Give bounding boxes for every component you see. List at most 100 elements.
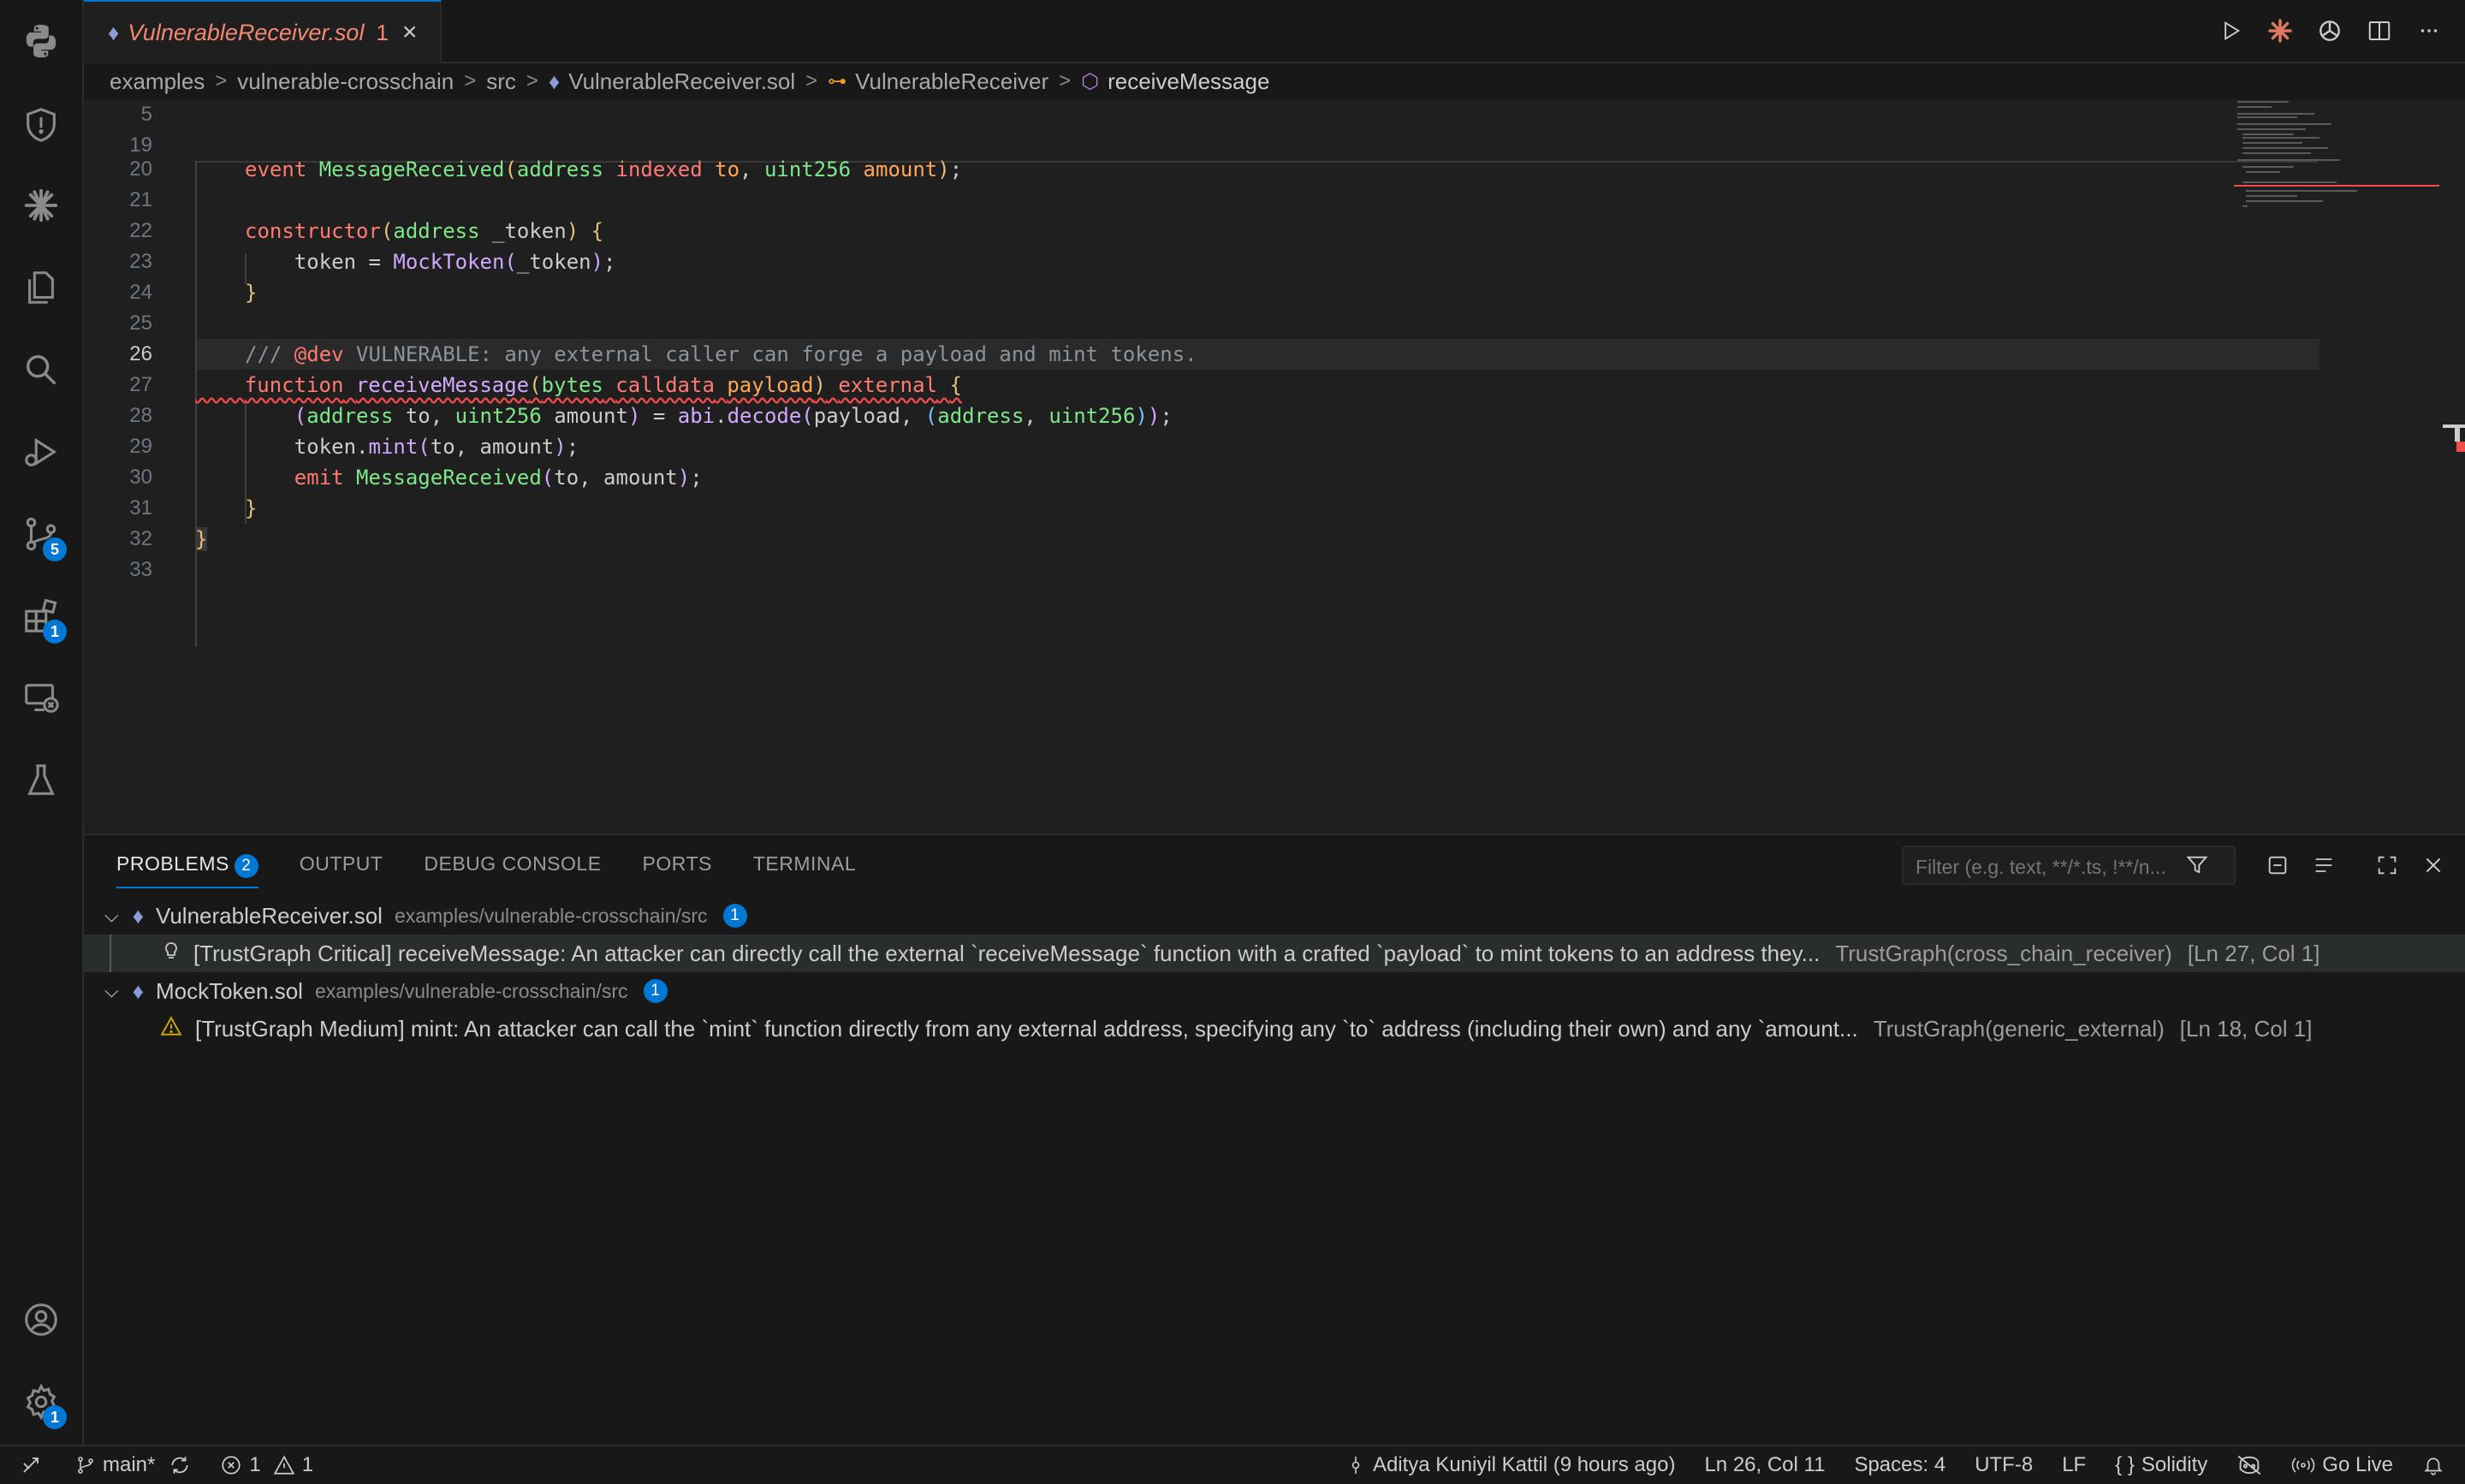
solidity-file-icon: ♦ xyxy=(548,68,561,94)
breadcrumb-examples[interactable]: examples xyxy=(110,68,205,95)
openai-icon[interactable] xyxy=(2314,14,2345,48)
close-panel-icon[interactable] xyxy=(2419,851,2448,880)
notifications-bell-icon[interactable] xyxy=(2422,1454,2444,1476)
problem-message: [TrustGraph Medium] mint: An attacker ca… xyxy=(195,1015,1858,1042)
problem-file-row[interactable]: ⌵ ♦ MockToken.sol examples/vulnerable-cr… xyxy=(84,972,2465,1010)
cursor-position[interactable]: Ln 26, Col 11 xyxy=(1704,1453,1825,1477)
branch-status[interactable]: main* xyxy=(75,1453,155,1477)
search-icon[interactable] xyxy=(21,349,62,390)
problems-status[interactable]: 1 1 xyxy=(220,1453,313,1477)
go-live-button[interactable]: Go Live xyxy=(2291,1453,2393,1477)
breadcrumb-separator: > xyxy=(464,69,477,92)
indentation[interactable]: Spaces: 4 xyxy=(1854,1453,1945,1477)
python-icon[interactable] xyxy=(21,21,62,62)
code-line-26: /// @dev VULNERABLE: any external caller… xyxy=(245,342,1197,366)
extensions-badge: 1 xyxy=(43,620,67,644)
braces-icon: { } xyxy=(2115,1453,2135,1476)
line-number: 27 xyxy=(129,373,152,396)
problem-item[interactable]: [TrustGraph Critical] receiveMessage: An… xyxy=(84,935,2465,972)
line-number-current: 26 xyxy=(129,342,152,365)
line-number: 5 xyxy=(140,103,152,126)
problem-location: [Ln 27, Col 1] xyxy=(2187,940,2320,966)
explorer-icon[interactable] xyxy=(21,267,62,308)
go-live-label: Go Live xyxy=(2322,1453,2393,1476)
line-number: 20 xyxy=(129,157,152,181)
chevron-down-icon: ⌵ xyxy=(104,980,119,1001)
problems-filter-input[interactable] xyxy=(1914,855,2200,880)
solidity-file-icon: ♦ xyxy=(132,902,144,929)
collapse-all-icon[interactable] xyxy=(2263,851,2292,880)
tree-guide xyxy=(110,935,111,972)
tab-debug-console[interactable]: DEBUG CONSOLE xyxy=(424,852,601,888)
breadcrumb-function[interactable]: receiveMessage xyxy=(1108,68,1269,95)
code-editor[interactable]: 5 19 20 21 22 23 24 25 26 27 28 29 30 31… xyxy=(84,99,2465,834)
warning-count: 1 xyxy=(301,1453,314,1476)
problem-location: [Ln 18, Col 1] xyxy=(2179,1015,2313,1042)
tab-vulnerable-receiver[interactable]: ♦ VulnerableReceiver.sol 1 × xyxy=(84,0,442,63)
breadcrumb-separator: > xyxy=(1059,69,1072,92)
warning-icon xyxy=(159,1015,183,1043)
run-debug-icon[interactable] xyxy=(21,431,62,472)
run-icon[interactable] xyxy=(2215,14,2246,48)
problem-source: TrustGraph(generic_external) xyxy=(1873,1015,2165,1042)
branch-name: main* xyxy=(103,1453,156,1476)
tab-terminal[interactable]: TERMINAL xyxy=(753,852,856,888)
tab-ports[interactable]: PORTS xyxy=(643,852,712,888)
filter-icon[interactable] xyxy=(2183,851,2212,880)
minimap[interactable] xyxy=(2234,99,2439,236)
git-blame-text: Aditya Kuniyil Kattil (9 hours ago) xyxy=(1372,1453,1676,1476)
more-actions-icon[interactable] xyxy=(2414,14,2444,48)
broadcast-icon xyxy=(2292,1457,2315,1473)
problem-file-name: VulnerableReceiver.sol xyxy=(155,902,383,929)
method-symbol-icon: ⬡ xyxy=(1081,69,1100,93)
git-commit-icon xyxy=(1351,1457,1360,1474)
encoding[interactable]: UTF-8 xyxy=(1975,1453,2033,1477)
view-as-tree-icon[interactable] xyxy=(2309,851,2338,880)
problem-file-row[interactable]: ⌵ ♦ VulnerableReceiver.sol examples/vuln… xyxy=(84,897,2465,935)
extensions-icon[interactable]: 1 xyxy=(21,596,67,644)
code-line-28: (address to, uint256 amount) = abi.decod… xyxy=(294,404,1173,428)
remote-explorer-icon[interactable] xyxy=(21,678,62,719)
maximize-panel-icon[interactable] xyxy=(2373,851,2402,880)
testing-icon[interactable] xyxy=(21,760,62,801)
breadcrumb-file[interactable]: VulnerableReceiver.sol xyxy=(568,68,795,95)
close-icon[interactable]: × xyxy=(402,18,418,47)
shield-icon[interactable] xyxy=(21,104,62,145)
activity-bar: 5 1 1 xyxy=(0,0,84,1445)
language-mode[interactable]: { } Solidity xyxy=(2115,1453,2207,1477)
code-line-29: token.mint(to, amount); xyxy=(245,435,579,459)
panel-tabs: PROBLEMS 2 OUTPUT DEBUG CONSOLE PORTS TER… xyxy=(116,852,856,888)
git-blame-status[interactable]: Aditya Kuniyil Kattil (9 hours ago) xyxy=(1345,1453,1676,1477)
language-label: Solidity xyxy=(2141,1453,2208,1476)
breadcrumb-separator: > xyxy=(805,69,818,92)
breadcrumb-separator: > xyxy=(526,69,538,92)
breadcrumb: examples > vulnerable-crosschain > src >… xyxy=(110,63,1269,99)
breadcrumb-src[interactable]: src xyxy=(486,68,516,95)
manage-gear-icon[interactable]: 1 xyxy=(21,1381,67,1429)
claude-code-icon[interactable] xyxy=(2265,14,2296,48)
line-number: 32 xyxy=(129,527,152,550)
lightbulb-icon xyxy=(161,940,181,968)
source-control-icon[interactable]: 5 xyxy=(21,513,67,561)
contract-symbol-icon: ⊶ xyxy=(828,70,847,92)
problem-file-path: examples/vulnerable-crosschain/src xyxy=(314,979,628,1002)
tab-output[interactable]: OUTPUT xyxy=(300,852,383,888)
overview-ruler-marks xyxy=(2443,424,2465,452)
tab-problems[interactable]: PROBLEMS 2 xyxy=(116,852,258,888)
editor-actions xyxy=(2215,14,2444,48)
remote-indicator-icon[interactable] xyxy=(21,1455,41,1475)
code-line-27: function receiveMessage(bytes calldata p… xyxy=(244,373,962,397)
account-icon[interactable] xyxy=(21,1299,62,1340)
breadcrumb-contract[interactable]: VulnerableReceiver xyxy=(855,68,1048,95)
end-of-line[interactable]: LF xyxy=(2062,1453,2086,1477)
sync-icon[interactable] xyxy=(169,1454,191,1476)
breadcrumb-vulnerable-crosschain[interactable]: vulnerable-crosschain xyxy=(237,68,454,95)
problem-file-count: 1 xyxy=(643,979,668,1003)
claude-icon[interactable] xyxy=(21,185,62,226)
code-line-32: } xyxy=(195,527,208,551)
problem-item[interactable]: [TrustGraph Medium] mint: An attacker ca… xyxy=(84,1010,2465,1048)
copilot-disabled-icon[interactable] xyxy=(2236,1454,2262,1476)
line-number: 22 xyxy=(129,219,152,242)
line-number: 24 xyxy=(129,281,152,304)
split-editor-icon[interactable] xyxy=(2364,14,2395,48)
